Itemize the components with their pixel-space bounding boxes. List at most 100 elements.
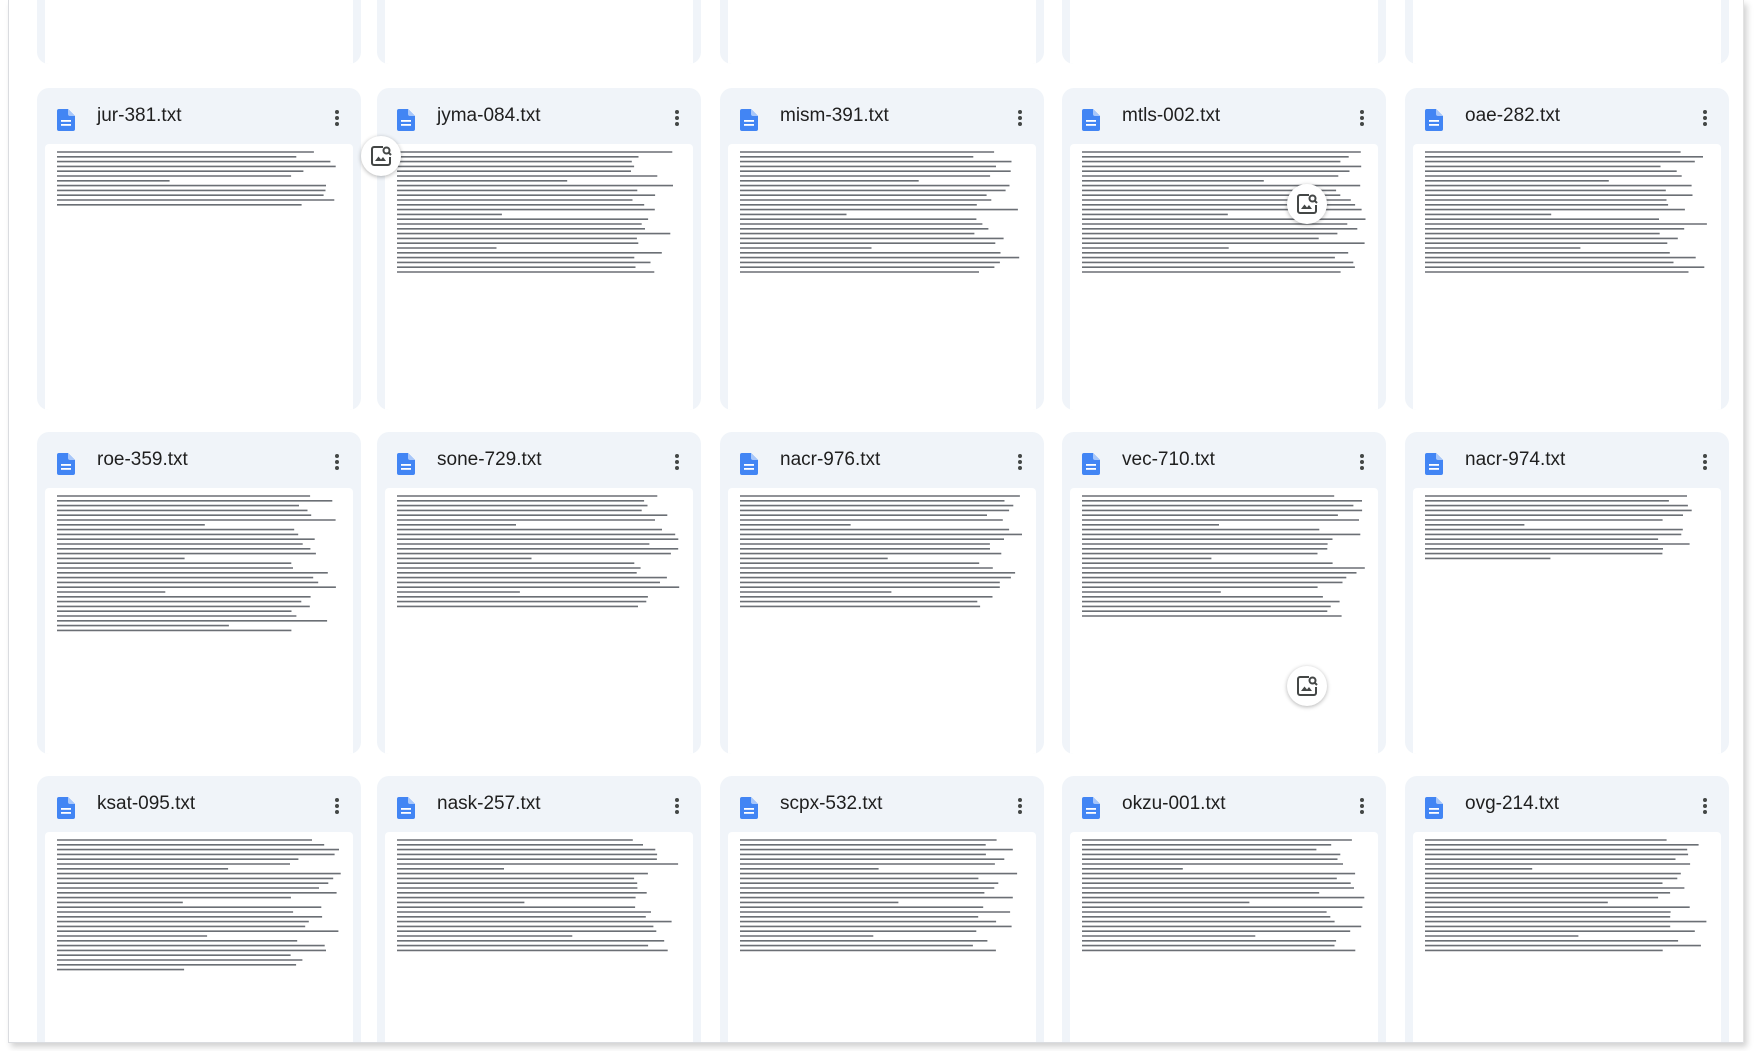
file-card[interactable] — [1405, 0, 1729, 64]
file-name: scpx-532.txt — [780, 793, 883, 814]
file-name: jur-381.txt — [97, 105, 182, 126]
file-name: mism-391.txt — [780, 105, 889, 126]
text-document-icon — [1082, 797, 1100, 819]
file-card-header: jur-381.txt — [37, 88, 361, 146]
file-name: oae-282.txt — [1465, 105, 1561, 126]
file-preview-thumbnail — [45, 144, 353, 410]
file-name: nask-257.txt — [437, 793, 541, 814]
image-search-icon[interactable] — [361, 136, 401, 176]
more-vert-icon[interactable] — [1348, 104, 1376, 132]
text-document-icon — [397, 109, 415, 131]
file-card-header: nacr-974.txt — [1405, 432, 1729, 490]
file-card[interactable]: ksat-095.txt — [37, 776, 361, 1042]
file-card[interactable]: ovg-214.txt — [1405, 776, 1729, 1042]
more-vert-icon[interactable] — [1006, 448, 1034, 476]
file-card[interactable]: nask-257.txt — [377, 776, 701, 1042]
text-document-icon — [57, 109, 75, 131]
file-card-header: nask-257.txt — [377, 776, 701, 834]
file-card[interactable]: okzu-001.txt — [1062, 776, 1386, 1042]
file-preview-thumbnail — [385, 0, 693, 64]
file-name: sone-729.txt — [437, 449, 542, 470]
text-document-icon — [740, 453, 758, 475]
file-card[interactable]: scpx-532.txt — [720, 776, 1044, 1042]
text-document-icon — [1082, 453, 1100, 475]
file-card[interactable]: nacr-976.txt — [720, 432, 1044, 754]
file-card-header: ovg-214.txt — [1405, 776, 1729, 834]
file-card-header: vec-710.txt — [1062, 432, 1386, 490]
text-document-icon — [1425, 109, 1443, 131]
file-preview-thumbnail — [1413, 0, 1721, 64]
file-card-header: mtls-002.txt — [1062, 88, 1386, 146]
file-name: nacr-976.txt — [780, 449, 881, 470]
file-preview-thumbnail — [385, 488, 693, 754]
more-vert-icon[interactable] — [1348, 448, 1376, 476]
file-name: jyma-084.txt — [437, 105, 541, 126]
file-name: nacr-974.txt — [1465, 449, 1566, 470]
more-vert-icon[interactable] — [1691, 792, 1719, 820]
text-document-icon — [740, 109, 758, 131]
more-vert-icon[interactable] — [663, 104, 691, 132]
file-card[interactable] — [720, 0, 1044, 64]
file-name: mtls-002.txt — [1122, 105, 1221, 126]
file-preview-thumbnail — [1070, 144, 1378, 410]
more-vert-icon[interactable] — [663, 792, 691, 820]
file-card-header: ksat-095.txt — [37, 776, 361, 834]
file-preview-thumbnail — [728, 832, 1036, 1042]
image-search-icon[interactable] — [1287, 184, 1327, 224]
file-preview-thumbnail — [1070, 832, 1378, 1042]
text-document-icon — [57, 453, 75, 475]
more-vert-icon[interactable] — [323, 104, 351, 132]
file-card-header: mism-391.txt — [720, 88, 1044, 146]
file-preview-thumbnail — [385, 832, 693, 1042]
more-vert-icon[interactable] — [1348, 792, 1376, 820]
file-preview-thumbnail — [728, 0, 1036, 64]
file-preview-thumbnail — [1070, 0, 1378, 64]
file-preview-thumbnail — [385, 144, 693, 410]
text-document-icon — [397, 797, 415, 819]
file-name: ovg-214.txt — [1465, 793, 1559, 814]
more-vert-icon[interactable] — [323, 448, 351, 476]
file-preview-thumbnail — [728, 144, 1036, 410]
more-vert-icon[interactable] — [323, 792, 351, 820]
text-document-icon — [1425, 453, 1443, 475]
file-card[interactable]: oae-282.txt — [1405, 88, 1729, 410]
more-vert-icon[interactable] — [1006, 104, 1034, 132]
file-preview-thumbnail — [45, 0, 353, 64]
file-preview-thumbnail — [45, 488, 353, 754]
file-card-header: okzu-001.txt — [1062, 776, 1386, 834]
more-vert-icon[interactable] — [1006, 792, 1034, 820]
file-card[interactable]: nacr-974.txt — [1405, 432, 1729, 754]
file-card-header: nacr-976.txt — [720, 432, 1044, 490]
text-document-icon — [397, 453, 415, 475]
file-name: ksat-095.txt — [97, 793, 196, 814]
file-card-header: sone-729.txt — [377, 432, 701, 490]
file-card-header: scpx-532.txt — [720, 776, 1044, 834]
file-card-header: oae-282.txt — [1405, 88, 1729, 146]
file-card[interactable]: sone-729.txt — [377, 432, 701, 754]
file-card-header: jyma-084.txt — [377, 88, 701, 146]
file-preview-thumbnail — [45, 832, 353, 1042]
text-document-icon — [57, 797, 75, 819]
file-card[interactable] — [377, 0, 701, 64]
file-card[interactable] — [1062, 0, 1386, 64]
file-preview-thumbnail — [1413, 488, 1721, 754]
file-card[interactable] — [37, 0, 361, 64]
file-card[interactable]: vec-710.txt — [1062, 432, 1386, 754]
text-document-icon — [1425, 797, 1443, 819]
text-document-icon — [740, 797, 758, 819]
text-document-icon — [1082, 109, 1100, 131]
more-vert-icon[interactable] — [663, 448, 691, 476]
file-name: okzu-001.txt — [1122, 793, 1226, 814]
image-search-icon[interactable] — [1287, 666, 1327, 706]
file-card[interactable]: roe-359.txt — [37, 432, 361, 754]
file-preview-thumbnail — [1070, 488, 1378, 754]
file-grid-window: jur-381.txt jyma-084.txt mism-391.txt mtls-… — [8, 0, 1744, 1043]
file-preview-thumbnail — [1413, 832, 1721, 1042]
file-card[interactable]: jur-381.txt — [37, 88, 361, 410]
file-card[interactable]: jyma-084.txt — [377, 88, 701, 410]
more-vert-icon[interactable] — [1691, 448, 1719, 476]
file-card[interactable]: mtls-002.txt — [1062, 88, 1386, 410]
more-vert-icon[interactable] — [1691, 104, 1719, 132]
file-card[interactable]: mism-391.txt — [720, 88, 1044, 410]
file-name: roe-359.txt — [97, 449, 188, 470]
